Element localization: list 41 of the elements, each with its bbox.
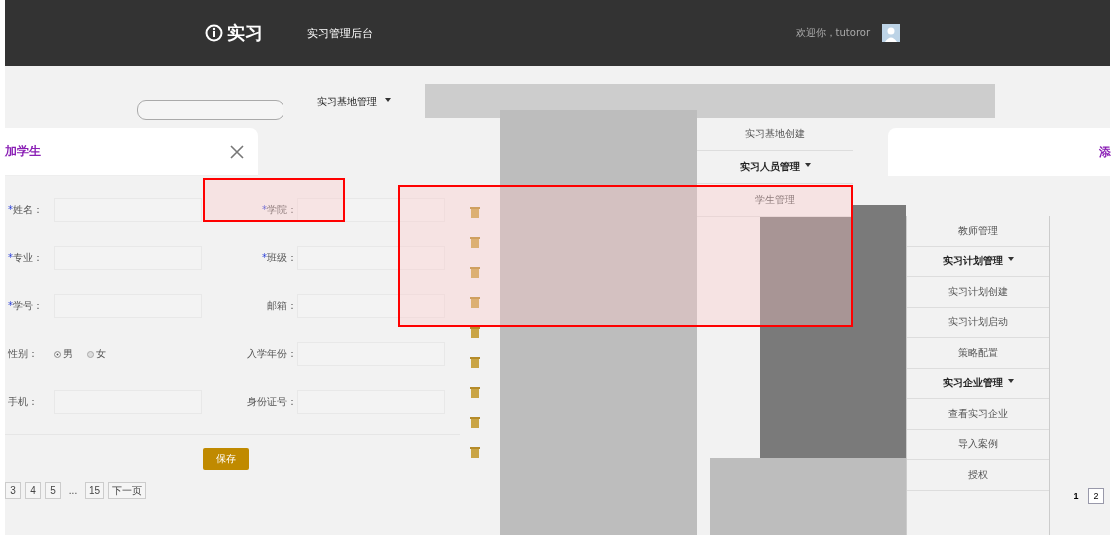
dialog-title: 添 <box>1099 143 1111 161</box>
field-label: *专业： <box>8 251 44 265</box>
trash-icon[interactable] <box>470 296 480 308</box>
field-label: 性别： <box>8 347 39 361</box>
trash-icon[interactable] <box>470 266 480 278</box>
input-field[interactable] <box>297 294 445 318</box>
field-label: *学号： <box>8 299 44 313</box>
trash-icon[interactable] <box>470 386 480 398</box>
radio-option[interactable]: 女 <box>87 347 106 361</box>
trash-icon[interactable] <box>470 236 480 248</box>
field-label: 手机： <box>8 395 39 409</box>
trash-icon[interactable] <box>470 326 480 338</box>
field-label: 身份证号： <box>246 395 297 409</box>
trash-icon[interactable] <box>470 206 480 218</box>
field-label: 入学年份： <box>246 347 297 361</box>
close-icon[interactable] <box>230 144 244 159</box>
input-field[interactable] <box>297 198 445 222</box>
search-field[interactable] <box>137 100 285 120</box>
field-label: *班级： <box>261 251 297 265</box>
field-label: *学院： <box>261 203 297 217</box>
dialog-title: 加学生 <box>5 143 41 160</box>
page-link[interactable]: 4 <box>25 482 41 499</box>
trash-icon[interactable] <box>470 356 480 368</box>
page-link[interactable]: 2 <box>1088 488 1104 504</box>
page-link[interactable]: 15 <box>85 482 105 499</box>
logo-icon <box>205 24 223 42</box>
page-link[interactable]: 3 <box>5 482 21 499</box>
avatar-icon[interactable] <box>882 24 900 42</box>
page-link[interactable]: 1 <box>1068 488 1084 504</box>
page-link[interactable]: 下一页 <box>108 482 147 499</box>
radio-option[interactable]: 男 <box>54 347 73 361</box>
field-label: *姓名： <box>8 203 44 217</box>
input-field[interactable] <box>54 198 202 222</box>
logo-text: 实习 <box>227 21 263 45</box>
page-link[interactable]: 5 <box>45 482 61 499</box>
input-field[interactable] <box>297 246 445 270</box>
welcome-text: 欢迎你，tutoror <box>795 26 870 40</box>
trash-icon[interactable] <box>470 416 480 428</box>
app-title: 实习管理后台 <box>307 25 373 41</box>
field-label: 邮箱： <box>266 299 297 313</box>
trash-icon[interactable] <box>470 446 480 458</box>
